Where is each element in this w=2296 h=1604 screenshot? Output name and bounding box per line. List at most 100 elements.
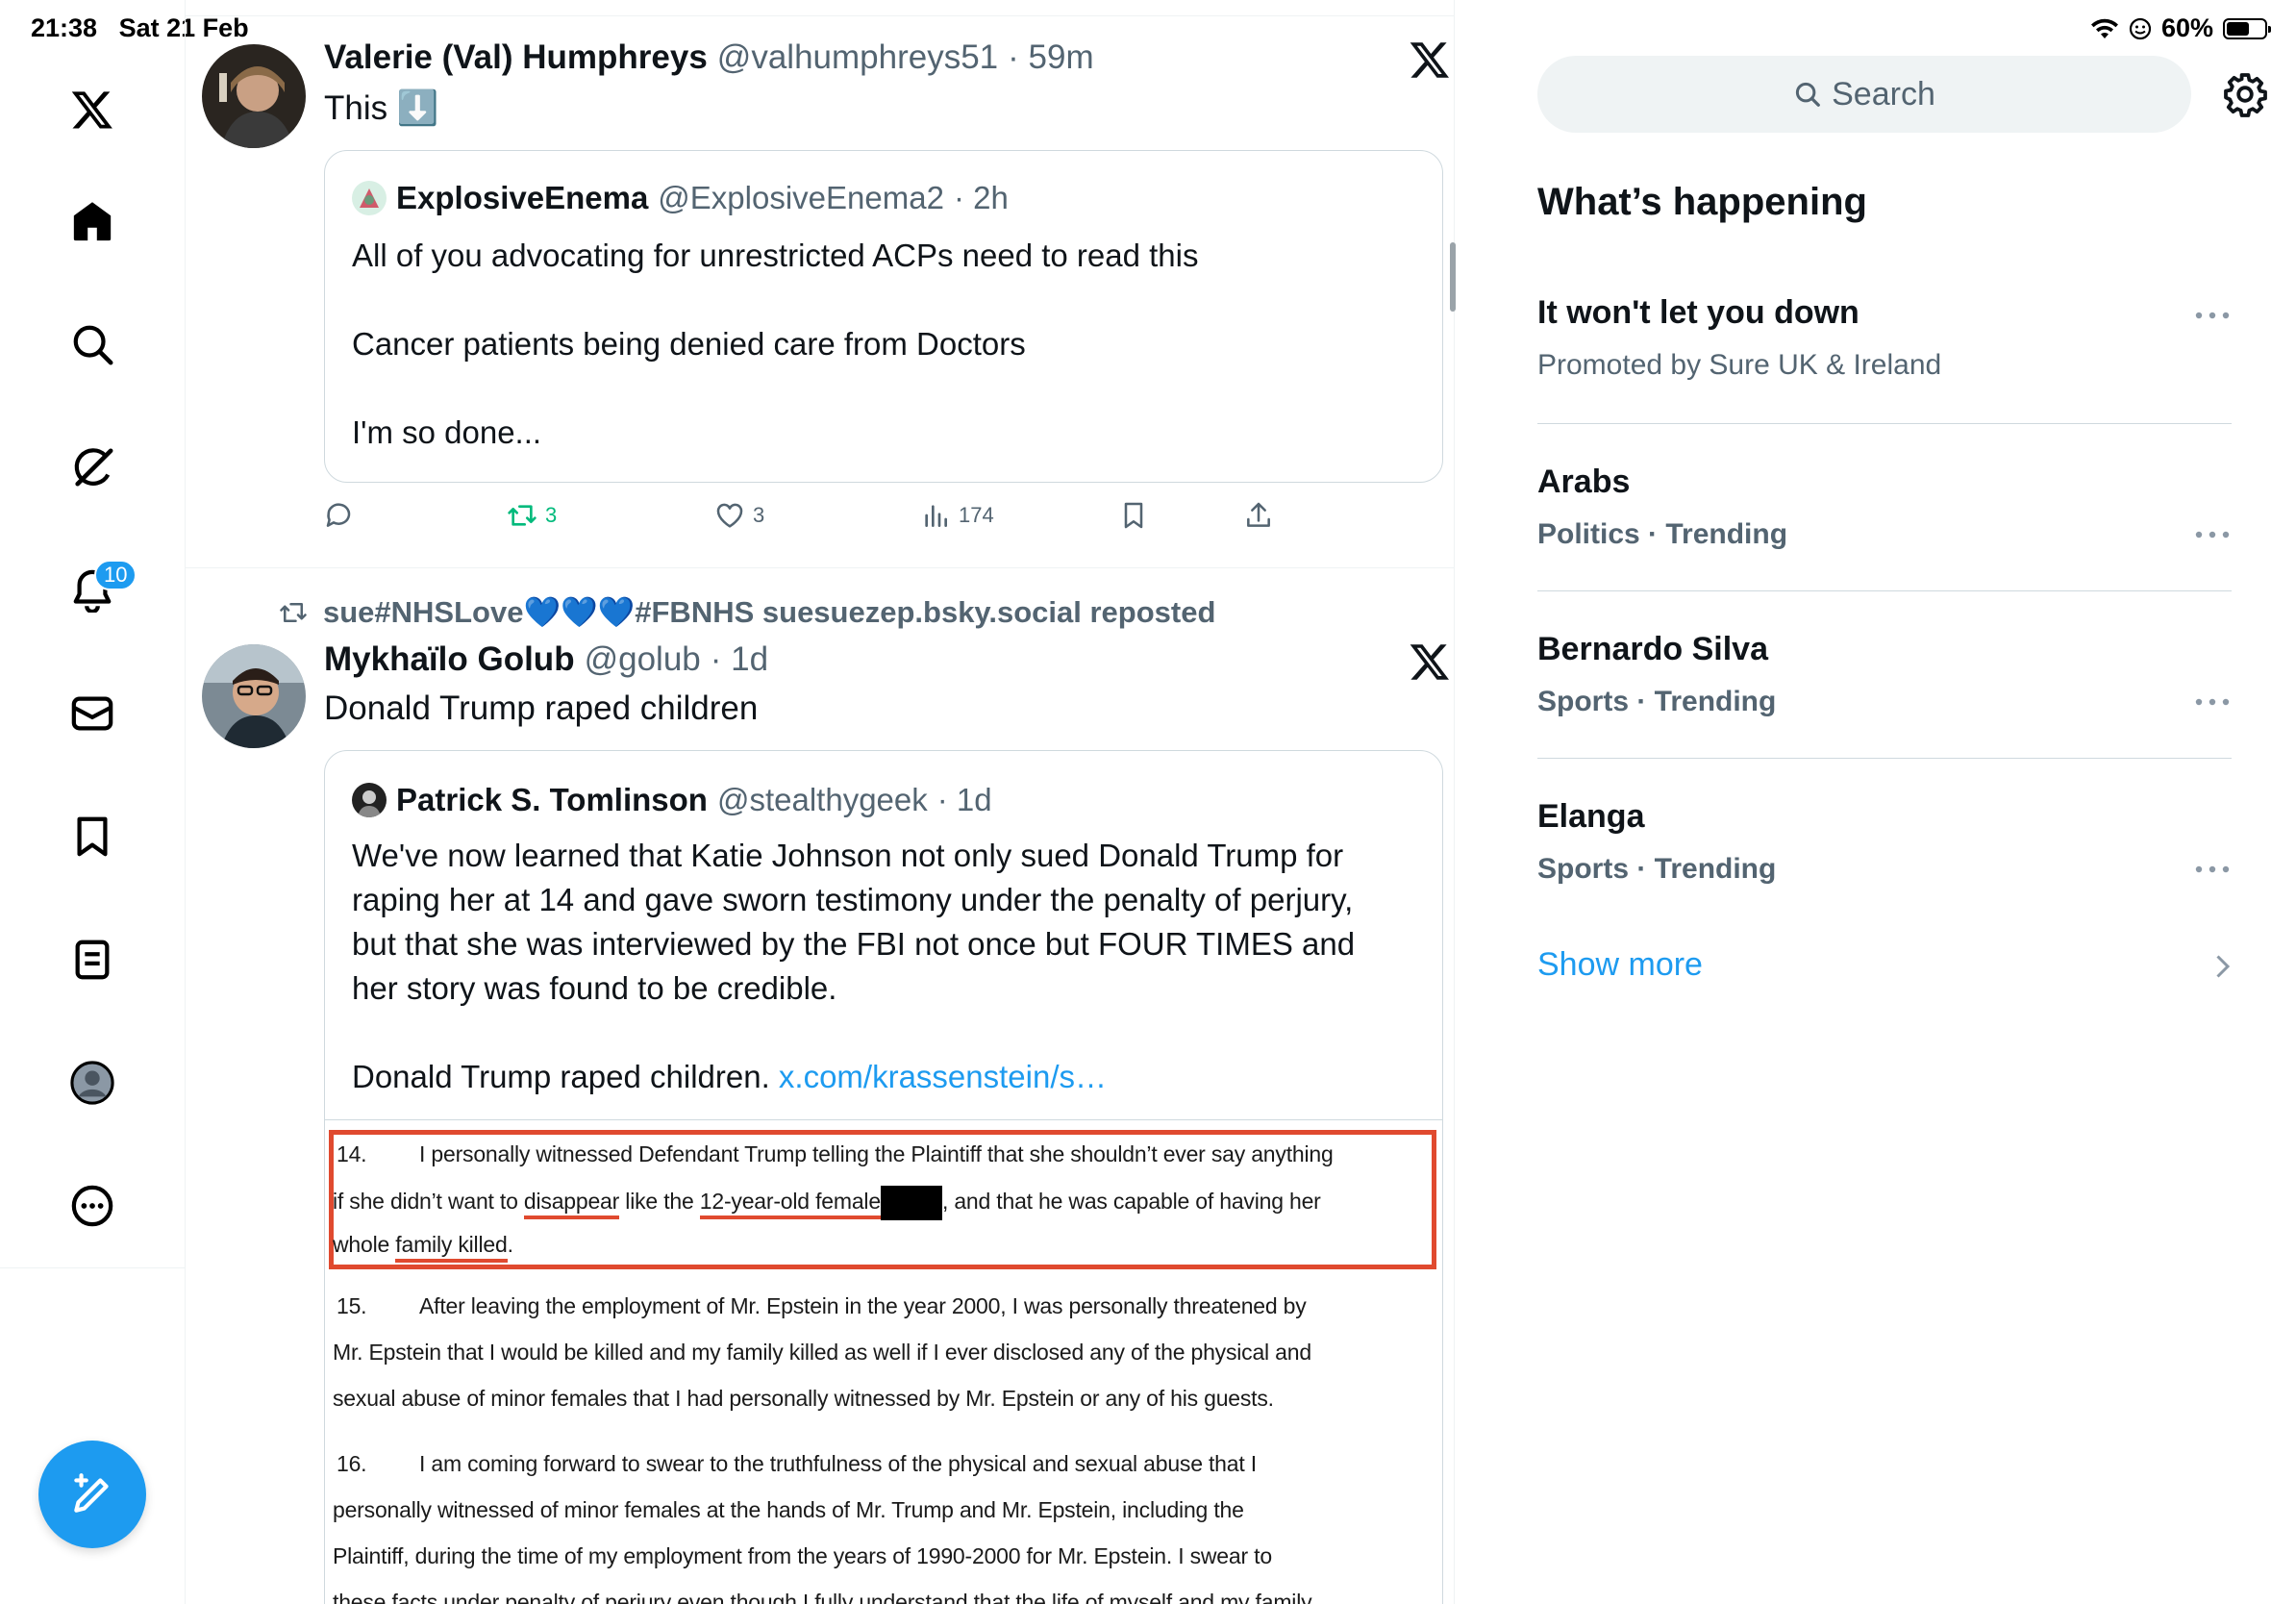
quoted-tweet[interactable]: ExplosiveEnema @ExplosiveEnema2 · 2h All… [324, 150, 1443, 483]
compose-button[interactable] [38, 1441, 146, 1548]
quoted-tweet[interactable]: Patrick S. Tomlinson @stealthygeek · 1d … [324, 750, 1443, 1604]
compose-icon [74, 1473, 109, 1513]
bookmark-icon [1124, 502, 1143, 529]
x-logo-icon[interactable] [1409, 38, 1451, 81]
document-image[interactable]: 14. I personally witnessed Defendant Trum… [325, 1119, 1442, 1604]
tweet-actions: 3 3 174 [324, 500, 1285, 539]
quoted-tweet-time: · 1d [936, 782, 992, 817]
gear-icon[interactable] [2222, 71, 2268, 117]
repost-context[interactable]: sue#NHSLove💙💙💙#FBNHS suesuezep.bsky.soci… [279, 594, 1215, 630]
redaction-block [880, 1186, 942, 1220]
avatar[interactable] [202, 44, 306, 148]
timeline: Valerie (Val) Humphreys @valhumphreys51 … [186, 0, 1455, 1604]
more-options-icon[interactable] [2193, 864, 2232, 875]
tweet-header: Mykhaïlo Golub @golub · 1d [324, 640, 768, 679]
chevron-right-icon[interactable] [2212, 952, 2232, 981]
quoted-tweet-text: All of you advocating for unrestricted A… [352, 238, 1199, 450]
tweet-time[interactable]: · 1d [711, 640, 768, 679]
tweet-divider [186, 567, 1454, 568]
quoted-tweet-link[interactable]: x.com/krassenstein/s… [779, 1059, 1107, 1094]
reply-icon [326, 503, 351, 527]
quoted-author-name: ExplosiveEnema [396, 180, 649, 215]
trend-meta: Politics · Trending [1537, 518, 1788, 550]
trend-name: Elanga [1537, 798, 1645, 835]
retweet-button[interactable]: 3 [507, 500, 557, 531]
doc-line: 14. I personally witnessed Defendant Trum… [337, 1141, 1334, 1166]
views-icon [925, 505, 947, 527]
doc-line: these facts under penalty of perjury eve… [333, 1590, 1312, 1604]
tweet-text: This ⬇️ [324, 89, 439, 127]
lists-icon[interactable] [62, 929, 123, 990]
more-icon[interactable] [62, 1175, 123, 1237]
x-logo-icon[interactable] [1409, 640, 1451, 683]
doc-line: Mr. Epstein that I would be killed and m… [333, 1340, 1311, 1365]
trend-meta: Sports · Trending [1537, 853, 1777, 885]
quoted-tweet-header: Patrick S. Tomlinson @stealthygeek · 1d [352, 782, 992, 818]
trend-item[interactable]: It won't let you down Promoted by Sure U… [1537, 294, 2232, 382]
search-input[interactable]: Search [1537, 56, 2191, 133]
quoted-author-name: Patrick S. Tomlinson [396, 782, 708, 817]
quoted-author-handle: @stealthygeek [716, 782, 928, 817]
doc-line: 16. I am coming forward to swear to the t… [337, 1451, 1257, 1476]
trend-item[interactable]: Elanga Sports · Trending [1537, 798, 2232, 886]
trend-divider [1537, 423, 2232, 424]
bookmarks-icon[interactable] [62, 806, 123, 867]
explore-icon[interactable] [62, 313, 123, 375]
more-options-icon[interactable] [2193, 529, 2232, 540]
trend-item[interactable]: Bernardo Silva Sports · Trending [1537, 631, 2232, 718]
retweet-icon [280, 602, 307, 622]
author-name[interactable]: Valerie (Val) Humphreys [324, 38, 708, 77]
trend-name: Arabs [1537, 464, 1631, 500]
profile-icon[interactable] [62, 1052, 123, 1114]
timeline-divider [186, 15, 1454, 16]
home-icon[interactable] [62, 190, 123, 252]
author-name[interactable]: Mykhaïlo Golub [324, 640, 575, 679]
quoted-author-handle: @ExplosiveEnema2 [658, 180, 944, 215]
quoted-tweet-body: We've now learned that Katie Johnson not… [352, 838, 1356, 1094]
notifications-badge: 10 [94, 560, 137, 590]
left-navigation: 10 [0, 0, 186, 1604]
doc-line: 15. After leaving the employment of Mr. E… [337, 1293, 1307, 1318]
search-placeholder: Search [1832, 75, 1935, 113]
trend-name: It won't let you down [1537, 294, 1859, 331]
tweet-text: Donald Trump raped children [324, 689, 759, 727]
quoted-tweet-text: We've now learned that Katie Johnson not… [352, 834, 1429, 1099]
more-options-icon[interactable] [2193, 310, 2232, 321]
right-sidebar: Search What’s happening It won't let you… [1455, 0, 2296, 1604]
doc-line: if she didn’t want to disappear like the… [333, 1186, 1321, 1220]
nav-divider [0, 1267, 186, 1268]
bookmark-button[interactable] [1118, 500, 1149, 531]
whats-happening-title: What’s happening [1537, 181, 1867, 223]
trend-divider [1537, 758, 2232, 759]
grok-icon[interactable] [62, 437, 123, 498]
trend-item[interactable]: Arabs Politics · Trending [1537, 464, 2232, 551]
views-button[interactable]: 174 [920, 500, 994, 531]
doc-line: Plaintiff, during the time of my employm… [333, 1543, 1272, 1568]
share-button[interactable] [1243, 500, 1274, 531]
trend-meta: Promoted by Sure UK & Ireland [1537, 349, 1942, 381]
like-button[interactable]: 3 [714, 500, 764, 531]
tweet-time[interactable]: · 59m [1008, 38, 1093, 77]
avatar [352, 783, 387, 817]
share-icon [1247, 502, 1270, 527]
retweet-count: 3 [545, 503, 558, 527]
doc-line: personally witnessed of minor females at… [333, 1497, 1244, 1522]
trend-meta: Sports · Trending [1537, 686, 1777, 717]
x-logo-icon[interactable] [62, 79, 123, 140]
tweet-header: Valerie (Val) Humphreys @valhumphreys51 … [324, 38, 1094, 77]
messages-icon[interactable] [62, 683, 123, 744]
avatar[interactable] [202, 644, 306, 748]
author-handle[interactable]: @valhumphreys51 [717, 38, 998, 77]
search-icon [1796, 82, 1820, 107]
author-handle[interactable]: @golub [585, 640, 701, 679]
quoted-tweet-header: ExplosiveEnema @ExplosiveEnema2 · 2h [352, 180, 1009, 216]
doc-line: sexual abuse of minor females that I had… [333, 1386, 1274, 1411]
trend-divider [1537, 590, 2232, 591]
quoted-tweet-time: · 2h [953, 180, 1009, 215]
more-options-icon[interactable] [2193, 696, 2232, 708]
show-more-link[interactable]: Show more [1537, 946, 1703, 984]
retweet-icon [508, 505, 537, 526]
doc-line: whole family killed. [333, 1232, 513, 1263]
reply-button[interactable] [324, 500, 355, 531]
repost-context-text: sue#NHSLove💙💙💙#FBNHS suesuezep.bsky.soci… [323, 595, 1216, 629]
